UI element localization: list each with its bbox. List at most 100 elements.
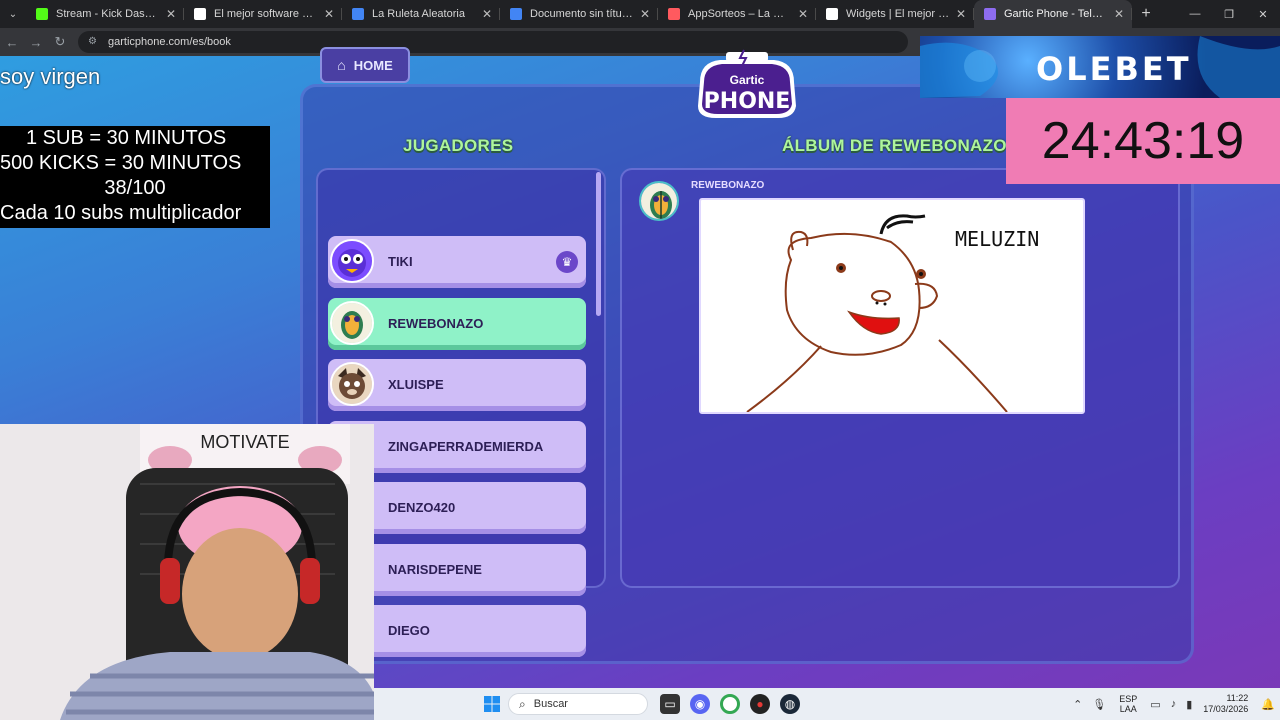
system-tray: ⌃ 🎙 ESP LAA ▭ ♪ ▮ 11:22 17/03/2026 🔔 — [1068, 688, 1280, 720]
obs-icon[interactable]: ● — [750, 694, 770, 714]
tab-favicon-icon — [194, 8, 206, 20]
close-tab-icon[interactable]: ✕ — [166, 7, 176, 21]
rule-progress: 38/100 — [104, 177, 166, 199]
tab-title: El mejor software para pote — [214, 8, 318, 20]
close-tab-icon[interactable]: ✕ — [956, 7, 966, 21]
browser-tab[interactable]: Stream - Kick Dashboard ✕ — [26, 0, 184, 28]
logo-bottom-text: PHONE — [704, 89, 791, 114]
player-avatar — [330, 239, 374, 283]
maximize-icon[interactable]: ❐ — [1212, 0, 1246, 28]
player-name: DENZO420 — [388, 500, 456, 515]
chevron-up-icon[interactable]: ⌃ — [1073, 698, 1082, 711]
network-icon[interactable]: ▭ — [1150, 698, 1160, 711]
logo-top-text: Gartic — [730, 73, 765, 87]
album-author-avatar — [639, 181, 679, 221]
player-name: TIKI — [388, 254, 413, 269]
player-avatar — [330, 362, 374, 406]
site-info-icon[interactable]: ⚙ — [88, 36, 100, 48]
tab-title: AppSorteos – La Ruleta de la S — [688, 8, 792, 20]
taskbar-search[interactable]: ⌕ Buscar — [508, 693, 648, 715]
player-avatar — [330, 300, 374, 345]
browser-tab[interactable]: La Ruleta Aleatoria ✕ — [342, 0, 500, 28]
drawing-caption: MELUZIN — [955, 227, 1039, 251]
player-name: XLUISPE — [388, 377, 444, 392]
webcam-sign-text: MOTIVATE — [200, 432, 289, 452]
battery-icon[interactable]: ▮ — [1186, 698, 1192, 711]
browser-tab[interactable]: El mejor software para pote ✕ — [184, 0, 342, 28]
tab-title: Documento sin título - Docum — [530, 8, 634, 20]
home-button[interactable]: ⌂ HOME — [320, 47, 410, 83]
tab-title: Gartic Phone - Teléfono De — [1004, 8, 1108, 20]
home-icon: ⌂ — [337, 57, 346, 73]
tab-title: La Ruleta Aleatoria — [372, 8, 465, 20]
stream-status-text: soy virgen — [0, 64, 101, 89]
minimize-icon[interactable]: — — [1178, 0, 1212, 28]
players-title: JUGADORES — [403, 136, 514, 155]
lang-bottom: LAA — [1119, 704, 1137, 714]
browser-tab[interactable]: Gartic Phone - Teléfono De ✕ — [974, 0, 1132, 28]
rule-line: 500 KICKS = 30 MINUTOS — [0, 152, 242, 174]
tab-favicon-icon — [984, 8, 996, 20]
album-drawing: MELUZIN — [699, 198, 1085, 414]
sponsor-text: OLEBET — [1036, 50, 1192, 88]
tab-title: Widgets | El mejor software pa — [846, 8, 950, 20]
player-card[interactable]: TIKI ♛ — [328, 236, 586, 288]
back-icon[interactable]: ← — [0, 28, 24, 56]
player-card[interactable]: XLUISPE — [328, 359, 586, 411]
webcam-feed: MOTIVATE — [0, 424, 374, 720]
taskbar-clock[interactable]: 11:22 17/03/2026 — [1203, 693, 1248, 715]
tab-favicon-icon — [36, 8, 48, 20]
subathon-rules: 1 SUB = 30 MINUTOS 500 KICKS = 30 MINUTO… — [0, 126, 270, 228]
browser-tab-strip: ⌄ Stream - Kick Dashboard✕El mejor softw… — [0, 0, 1280, 28]
notification-bell-icon[interactable]: 🔔 — [1261, 698, 1275, 711]
players-scrollbar[interactable] — [596, 172, 601, 316]
rule-line: 1 SUB = 30 MINUTOS — [26, 127, 227, 149]
gartic-phone-logo: Gartic PHONE — [698, 49, 796, 118]
browser-tab[interactable]: Widgets | El mejor software pa ✕ — [816, 0, 974, 28]
url-text: garticphone.com/es/book — [108, 36, 231, 48]
home-label: HOME — [353, 57, 393, 73]
album-title: ÁLBUM DE REWEBONAZO — [782, 136, 1007, 155]
tab-favicon-icon — [510, 8, 522, 20]
taskbar-search-placeholder: Buscar — [533, 698, 568, 710]
clock-time: 11:22 — [1226, 693, 1249, 703]
steam-icon[interactable]: ◍ — [780, 694, 800, 714]
subathon-timer: 24:43:19 — [1006, 98, 1280, 184]
reload-icon[interactable]: ↻ — [48, 28, 72, 56]
browser-tab[interactable]: Documento sin título - Docum ✕ — [500, 0, 658, 28]
browser-tab[interactable]: AppSorteos – La Ruleta de la S ✕ — [658, 0, 816, 28]
tab-search-button[interactable]: ⌄ — [0, 0, 26, 28]
forward-icon[interactable]: → — [24, 28, 48, 56]
language-indicator[interactable]: ESP LAA — [1119, 694, 1137, 714]
task-view-icon[interactable]: ▭ — [660, 694, 680, 714]
close-tab-icon[interactable]: ✕ — [798, 7, 808, 21]
new-tab-button[interactable]: + — [1132, 5, 1160, 23]
close-tab-icon[interactable]: ✕ — [1114, 7, 1124, 21]
player-name: NARISDEPENE — [388, 561, 482, 577]
player-card[interactable]: REWEBONAZO — [328, 297, 586, 350]
host-crown-icon: ♛ — [556, 251, 578, 273]
lang-top: ESP — [1119, 694, 1138, 704]
tab-favicon-icon — [668, 8, 680, 20]
player-name: DIEGO — [388, 623, 430, 638]
microphone-icon[interactable]: 🎙 — [1092, 698, 1106, 711]
close-tab-icon[interactable]: ✕ — [324, 7, 334, 21]
close-tab-icon[interactable]: ✕ — [482, 7, 492, 21]
volume-icon[interactable]: ♪ — [1171, 698, 1177, 710]
close-window-icon[interactable]: ✕ — [1246, 0, 1280, 28]
discord-icon[interactable]: ◉ — [690, 694, 710, 714]
rule-line: Cada 10 subs multiplicador — [0, 202, 242, 224]
clock-date: 17/03/2026 — [1203, 704, 1249, 714]
windows-taskbar: ⌕ Buscar ▭ ◉ ● ◍ ⌃ 🎙 ESP LAA ▭ ♪ ▮ 11:22… — [374, 688, 1280, 720]
tab-title: Stream - Kick Dashboard — [56, 8, 160, 20]
chrome-icon[interactable] — [720, 694, 740, 714]
tab-favicon-icon — [352, 8, 364, 20]
player-name: ZINGAPERRADEMIERDA — [388, 438, 544, 454]
windows-start-icon[interactable] — [484, 696, 500, 712]
album-author-name: REWEBONAZO — [691, 180, 765, 191]
player-name: REWEBONAZO — [388, 315, 484, 331]
close-tab-icon[interactable]: ✕ — [640, 7, 650, 21]
search-icon: ⌕ — [519, 696, 526, 711]
window-controls: — ❐ ✕ — [1178, 0, 1280, 28]
tab-favicon-icon — [826, 8, 838, 20]
